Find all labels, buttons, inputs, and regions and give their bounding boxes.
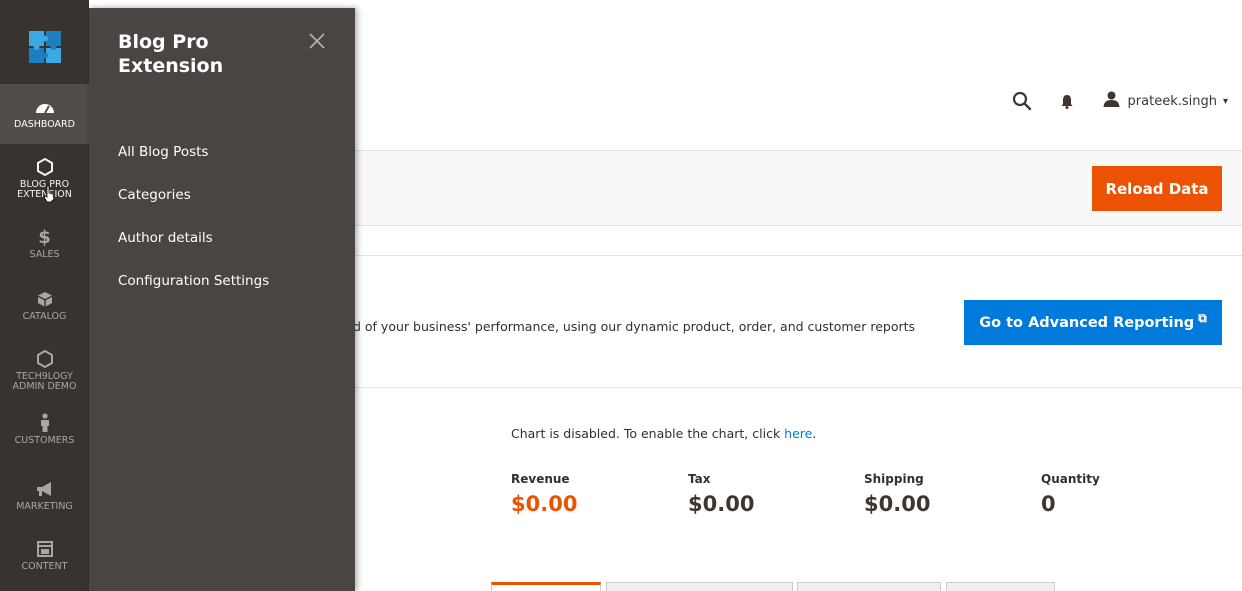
enable-chart-link[interactable]: here: [784, 426, 812, 441]
user-menu[interactable]: prateek.singh ▾: [1103, 86, 1228, 116]
header-actions: prateek.singh ▾: [1007, 86, 1228, 116]
search-icon[interactable]: [1007, 86, 1037, 116]
nav-item-sales[interactable]: $ SALES: [0, 222, 89, 280]
advanced-reporting-button[interactable]: Go to Advanced Reporting ⧉: [964, 300, 1222, 345]
nav-item-content[interactable]: CONTENT: [0, 534, 89, 588]
tab[interactable]: [946, 582, 1055, 591]
magento-logo[interactable]: [0, 10, 89, 83]
user-icon: [1103, 91, 1120, 111]
blog-pro-extension-submenu: Blog Pro Extension All Blog Posts Catego…: [89, 8, 355, 591]
total-quantity: Quantity 0: [1041, 472, 1100, 516]
submenu-item-configuration-settings[interactable]: Configuration Settings: [118, 271, 269, 314]
box-icon: [37, 288, 53, 310]
tab[interactable]: [491, 582, 601, 591]
username: prateek.singh: [1127, 93, 1217, 109]
megaphone-icon: [36, 478, 54, 500]
hexagon-icon: [36, 156, 53, 178]
external-link-icon: ⧉: [1198, 311, 1207, 325]
total-shipping: Shipping $0.00: [864, 472, 931, 516]
nav-item-marketing[interactable]: MARKETING: [0, 474, 89, 528]
person-icon: [39, 412, 51, 434]
nav-item-dashboard[interactable]: DASHBOARD: [0, 84, 89, 144]
submenu-item-author-details[interactable]: Author details: [118, 228, 269, 271]
layout-icon: [36, 538, 53, 560]
reload-data-button[interactable]: Reload Data: [1092, 166, 1222, 211]
tab[interactable]: [606, 582, 793, 591]
submenu-item-all-blog-posts[interactable]: All Blog Posts: [118, 142, 269, 185]
dashboard-icon: [35, 96, 55, 118]
advanced-reporting-label: Go to Advanced Reporting: [979, 314, 1195, 331]
submenu-list: All Blog Posts Categories Author details…: [118, 142, 269, 314]
nav-item-customers[interactable]: CUSTOMERS: [0, 408, 89, 464]
chevron-down-icon: ▾: [1222, 95, 1228, 107]
dollar-icon: $: [38, 226, 51, 248]
nav-item-catalog[interactable]: CATALOG: [0, 284, 89, 340]
submenu-item-categories[interactable]: Categories: [118, 185, 269, 228]
advanced-reporting-description: d of your business' performance, using o…: [353, 319, 916, 334]
submenu-title: Blog Pro Extension: [118, 31, 224, 77]
chart-disabled-message: Chart is disabled. To enable the chart, …: [511, 426, 817, 441]
bell-icon[interactable]: [1057, 86, 1077, 116]
hand-cursor-icon: [43, 185, 55, 203]
nav-item-tech9logy-admin-demo[interactable]: TECH9LOGY ADMIN DEMO: [0, 344, 89, 406]
nav-item-blog-pro-extension[interactable]: BLOG PRO EXTENSION: [0, 148, 89, 214]
puzzle-logo-icon: [28, 30, 61, 63]
close-icon[interactable]: [307, 31, 327, 51]
total-revenue: Revenue $0.00: [511, 472, 578, 516]
hexagon-icon: [36, 348, 53, 370]
tab[interactable]: [797, 582, 941, 591]
total-tax: Tax $0.00: [688, 472, 755, 516]
admin-sidebar: DASHBOARD BLOG PRO EXTENSION $ SALES CAT…: [0, 0, 89, 591]
